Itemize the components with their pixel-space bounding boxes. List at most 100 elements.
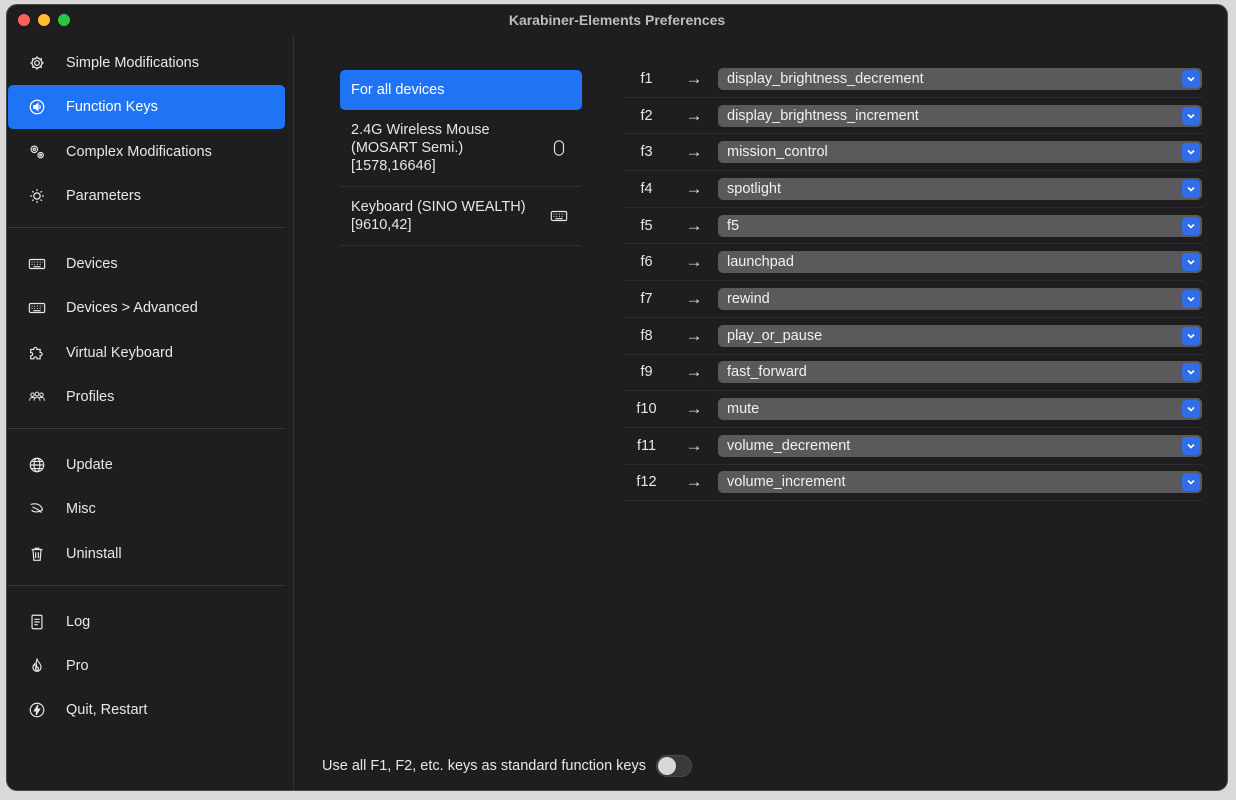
sidebar-divider xyxy=(8,428,285,429)
sidebar-item-quit-restart[interactable]: Quit, Restart xyxy=(8,688,285,732)
function-key-label: f6 xyxy=(640,254,653,271)
function-key-row-f10: f10 → mute xyxy=(623,391,1203,428)
bolt-icon xyxy=(8,688,66,732)
device-list: For all devices 2.4G Wireless Mouse (MOSAR… xyxy=(340,70,582,246)
leaf-icon xyxy=(8,487,66,531)
people-icon xyxy=(8,375,66,419)
sidebar-item-devices[interactable]: Devices xyxy=(8,242,285,286)
mapping-value: f5 xyxy=(727,217,740,234)
sidebar-item-complex-modifications[interactable]: Complex Modifications xyxy=(8,130,285,174)
sidebar-item-label: Function Keys xyxy=(66,99,158,115)
function-key-row-f11: f11 → volume_decrement xyxy=(623,428,1203,465)
sidebar-item-label: Virtual Keyboard xyxy=(66,345,173,361)
device-name-line: [9610,42] xyxy=(351,217,412,233)
sidebar-item-label: Profiles xyxy=(66,389,115,405)
chevron-down-icon xyxy=(1182,179,1200,198)
function-key-label: f7 xyxy=(640,290,653,307)
standard-function-keys-toggle[interactable] xyxy=(655,755,692,777)
sidebar-item-update[interactable]: Update xyxy=(8,443,285,487)
mapping-value: volume_decrement xyxy=(727,437,851,454)
chevron-down-icon xyxy=(1182,143,1200,162)
device-item[interactable]: 2.4G Wireless Mouse (MOSART Semi.) [1578,1… xyxy=(340,110,582,187)
function-key-row-f7: f7 → rewind xyxy=(623,281,1203,318)
function-key-label: f10 xyxy=(636,401,657,418)
zoom-button[interactable] xyxy=(58,14,70,26)
device-name-line: 2.4G Wireless Mouse xyxy=(351,122,490,138)
mapping-value: volume_increment xyxy=(727,474,846,491)
standard-function-keys-setting: Use all F1, F2, etc. keys as standard fu… xyxy=(322,755,692,777)
function-key-mapping-select[interactable]: volume_decrement xyxy=(718,434,1202,457)
function-key-mapping-select[interactable]: rewind xyxy=(718,287,1202,310)
function-key-label: f3 xyxy=(640,144,653,161)
chevron-down-icon xyxy=(1182,400,1200,419)
sidebar-divider xyxy=(8,227,285,228)
sidebar-item-function-keys[interactable]: Function Keys xyxy=(8,85,285,129)
keyboard-icon xyxy=(8,242,66,286)
mapping-value: mission_control xyxy=(727,144,828,161)
function-key-mapping-select[interactable]: play_or_pause xyxy=(718,324,1202,347)
function-key-mapping-select[interactable]: spotlight xyxy=(718,177,1202,200)
arrow-right-icon: → xyxy=(685,435,703,455)
function-key-mapping-select[interactable]: launchpad xyxy=(718,251,1202,274)
function-key-label: f9 xyxy=(640,364,653,381)
arrow-right-icon: → xyxy=(685,399,703,419)
sidebar-item-misc[interactable]: Misc xyxy=(8,487,285,531)
function-key-mapping-select[interactable]: mute xyxy=(718,398,1202,421)
function-key-label: f5 xyxy=(640,217,653,234)
function-key-mapping-select[interactable]: mission_control xyxy=(718,141,1202,164)
sidebar-item-log[interactable]: Log xyxy=(8,600,285,644)
arrow-right-icon: → xyxy=(685,215,703,235)
chevron-down-icon xyxy=(1182,106,1200,125)
sidebar-item-label: Simple Modifications xyxy=(66,55,199,71)
sidebar-item-label: Misc xyxy=(66,501,96,517)
function-key-mapping-select[interactable]: display_brightness_increment xyxy=(718,104,1202,127)
chevron-down-icon xyxy=(1182,253,1200,272)
function-key-row-f6: f6 → launchpad xyxy=(623,244,1203,282)
sidebar-item-simple-modifications[interactable]: Simple Modifications xyxy=(8,41,285,85)
sidebar-item-label: Uninstall xyxy=(66,546,122,562)
function-key-row-f3: f3 → mission_control xyxy=(623,134,1203,172)
keyboard-icon xyxy=(548,207,570,225)
sidebar-item-pro[interactable]: Pro xyxy=(8,644,285,688)
device-name-line: (MOSART Semi.) xyxy=(351,140,464,156)
function-key-row-f9: f9 → fast_forward xyxy=(623,355,1203,392)
function-key-mapping-select[interactable]: display_brightness_decrement xyxy=(718,67,1202,90)
arrow-right-icon: → xyxy=(685,288,703,308)
sidebar-item-uninstall[interactable]: Uninstall xyxy=(8,532,285,576)
device-name-line: For all devices xyxy=(351,82,445,98)
standard-function-keys-label: Use all F1, F2, etc. keys as standard fu… xyxy=(322,758,646,774)
device-item[interactable]: For all devices xyxy=(340,70,582,110)
function-key-list: f1 → display_brightness_decrement f2 → displa… xyxy=(623,61,1203,502)
sun-icon xyxy=(8,174,66,218)
sidebar-item-profiles[interactable]: Profiles xyxy=(8,375,285,419)
device-name: 2.4G Wireless Mouse (MOSART Semi.) [1578,1… xyxy=(351,121,548,175)
function-key-label: f2 xyxy=(640,107,653,124)
function-key-row-f2: f2 → display_brightness_increment xyxy=(623,98,1203,135)
flame-icon xyxy=(8,644,66,688)
sidebar-item-parameters[interactable]: Parameters xyxy=(8,174,285,218)
mapping-value: rewind xyxy=(727,290,770,307)
function-key-mapping-select[interactable]: volume_increment xyxy=(718,471,1202,494)
sidebar-item-virtual-keyboard[interactable]: Virtual Keyboard xyxy=(8,331,285,375)
toggle-knob xyxy=(657,757,676,775)
close-button[interactable] xyxy=(18,14,30,26)
sidebar-item-label: Log xyxy=(66,614,91,630)
window-title: Karabiner-Elements Preferences xyxy=(508,12,726,28)
chevron-down-icon xyxy=(1182,326,1200,345)
gear-icon xyxy=(8,41,66,85)
function-key-mapping-select[interactable]: fast_forward xyxy=(718,361,1202,384)
sidebar-divider xyxy=(8,585,285,586)
mapping-value: fast_forward xyxy=(727,364,807,381)
function-key-label: f8 xyxy=(640,327,653,344)
sidebar: Simple Modifications Function Keys Complex… xyxy=(7,35,294,790)
device-item[interactable]: Keyboard (SINO WEALTH) [9610,42] xyxy=(340,187,582,246)
arrow-right-icon: → xyxy=(685,325,703,345)
puzzle-icon xyxy=(8,331,66,375)
function-key-mapping-select[interactable]: f5 xyxy=(718,214,1202,237)
sidebar-item-devices-advanced[interactable]: Devices > Advanced xyxy=(8,286,285,330)
trash-icon xyxy=(8,532,66,576)
minimize-button[interactable] xyxy=(38,14,50,26)
device-name: For all devices xyxy=(351,81,570,99)
globe-icon xyxy=(8,443,66,487)
function-key-row-f12: f12 → volume_increment xyxy=(623,465,1203,502)
